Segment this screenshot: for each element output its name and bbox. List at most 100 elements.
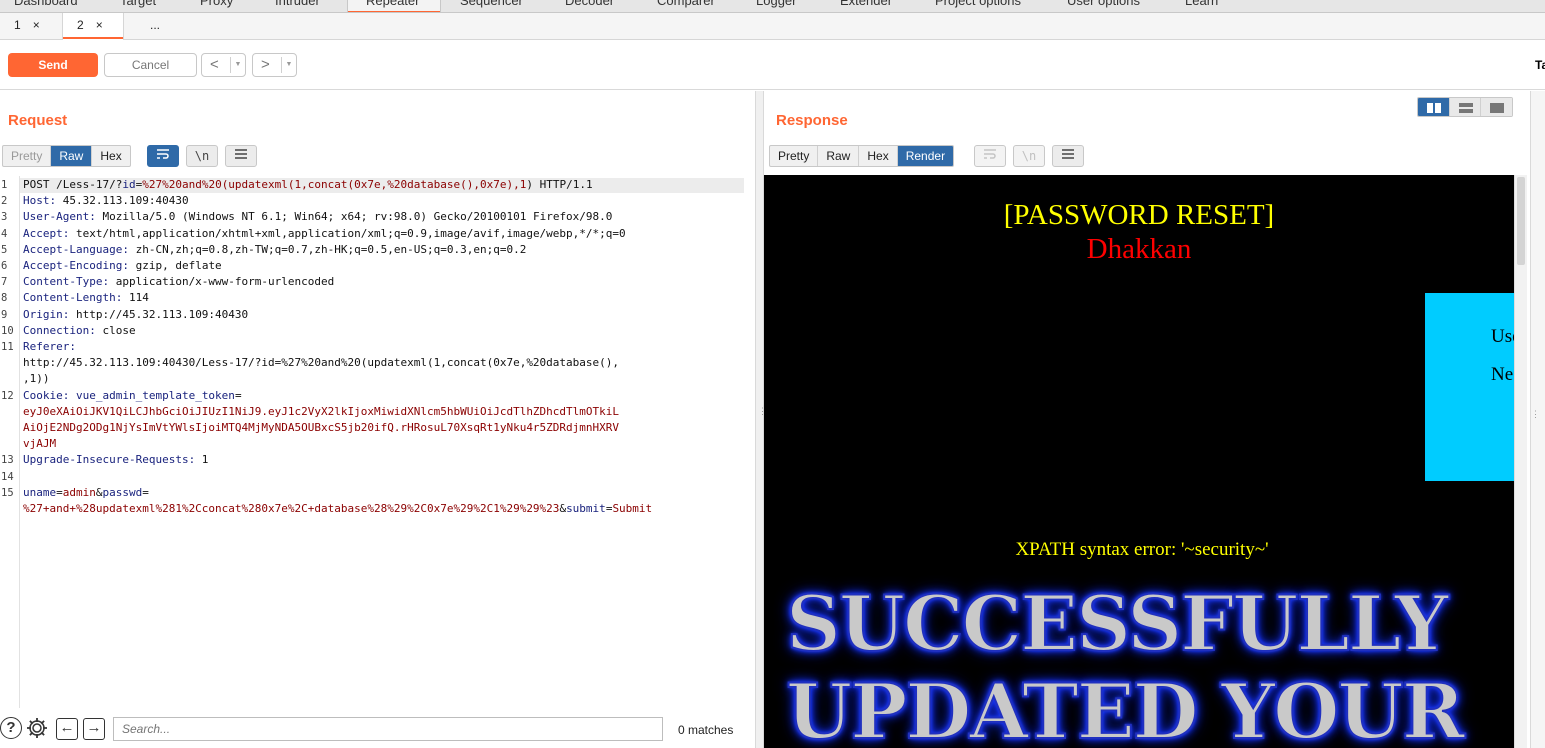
code-token: Connection: <box>23 323 96 337</box>
code-token: = <box>234 388 242 402</box>
history-forward-button[interactable]: > ▼ <box>252 53 297 77</box>
code-token: vue_admin_template_token <box>75 388 235 402</box>
close-icon[interactable]: × <box>96 18 103 32</box>
line-number: 3 <box>1 211 8 224</box>
repeater-toolbar: Send Cancel < ▼ > ▼ Ta <box>0 40 1545 90</box>
tab-learn[interactable]: Learn <box>1185 0 1218 8</box>
main-tab-bar: Dashboard Target Proxy Intruder Repeater… <box>0 0 1545 13</box>
line-code: Content-Type: application/x-www-form-url… <box>23 274 334 290</box>
tab-decoder[interactable]: Decoder <box>565 0 614 8</box>
target-label[interactable]: Ta <box>1535 58 1545 72</box>
code-token: gzip, deflate <box>128 259 222 272</box>
line-number: 12 <box>1 389 14 402</box>
line-code: http://45.32.113.109:40430/Less-17/?id=%… <box>23 355 619 371</box>
right-side-strip: ⋮ <box>1530 91 1545 748</box>
tab-logger[interactable]: Logger <box>756 0 796 8</box>
menu-icon[interactable] <box>1052 145 1084 167</box>
banner-line-1: SUCCESSFULLY <box>785 578 1450 669</box>
code-token: 114 <box>122 291 149 305</box>
tab-intruder[interactable]: Intruder <box>275 0 320 8</box>
search-bar: ? ← → 0 matches <box>0 708 755 748</box>
line-number: 8 <box>1 292 8 305</box>
banner-line-2: UPDATED YOUR <box>785 666 1466 748</box>
request-editor[interactable]: 1 POST /Less-17/?id=%27%20and%20(updatexm… <box>0 176 755 708</box>
tab-comparer[interactable]: Comparer <box>657 0 715 8</box>
tab-repeater[interactable]: Repeater <box>366 0 419 8</box>
view-tab-raw[interactable]: Raw <box>818 146 860 166</box>
send-button[interactable]: Send <box>8 53 98 77</box>
code-token: ) HTTP/1.1 <box>526 178 593 191</box>
wrap-icon[interactable] <box>147 145 179 167</box>
line-code: Accept-Language: zh-CN,zh;q=0.8,zh-TW;q=… <box>23 242 526 258</box>
line-number: 10 <box>1 324 14 337</box>
chevron-left-icon: < <box>210 56 219 73</box>
tab-proxy[interactable]: Proxy <box>200 0 233 8</box>
tab-dashboard[interactable]: Dashboard <box>14 0 78 8</box>
search-matches-count: 0 matches <box>678 723 734 737</box>
code-token: http://45.32.113.109:40430/Less-17/?id=%… <box>23 356 620 370</box>
code-token: ,1)) <box>23 372 50 386</box>
tab-extender[interactable]: Extender <box>840 0 892 8</box>
request-tab-2[interactable]: 2 × <box>62 13 124 40</box>
line-code: Accept: text/html,application/xhtml+xml,… <box>23 226 626 242</box>
code-token: Cookie: <box>23 388 70 402</box>
response-view-tabs: Pretty Raw Hex Render <box>769 145 955 167</box>
code-token: %27+and+%28updatexml%281%2Cconcat%280x7e… <box>23 502 560 515</box>
newline-icon[interactable]: \n <box>186 145 218 167</box>
code-token: Accept: <box>23 226 70 240</box>
line-code: vjAJM <box>23 436 56 452</box>
scrollbar-thumb[interactable] <box>1517 177 1525 265</box>
close-icon[interactable]: × <box>33 18 40 32</box>
render-scrollbar[interactable] <box>1514 175 1527 748</box>
line-number: 5 <box>1 243 8 256</box>
code-token: text/html,application/xhtml+xml,applicat… <box>69 226 626 240</box>
layout-side-by-side-icon[interactable] <box>1418 98 1450 116</box>
line-code: eyJ0eXAiOiJKV1QiLCJhbGciOiJIUzI1NiJ9.eyJ… <box>23 404 619 420</box>
code-token: Host: <box>23 194 57 208</box>
view-tab-hex[interactable]: Hex <box>859 146 898 166</box>
cancel-button[interactable]: Cancel <box>104 53 197 77</box>
code-token: admin <box>62 485 96 499</box>
request-panel: Request Pretty Raw Hex \n 1 POST /Less-17… <box>0 91 755 748</box>
tab-project-options[interactable]: Project options <box>935 0 1021 8</box>
splitter-grip-icon[interactable]: ⋮ <box>1531 409 1540 420</box>
gear-icon[interactable] <box>25 716 49 740</box>
view-tab-render[interactable]: Render <box>897 146 954 166</box>
line-number: 14 <box>1 470 14 483</box>
line-number: 6 <box>1 260 8 272</box>
newline-icon: \n <box>1013 145 1045 167</box>
code-token: AiOjE2NDg2ODg1NjYsImVtYWlsIjoiMTQ4MjMyND… <box>23 421 620 434</box>
code-token: Submit <box>612 502 653 515</box>
code-token: id <box>122 178 136 191</box>
tab-user-options[interactable]: User options <box>1067 0 1140 8</box>
dropdown-arrow-icon[interactable]: ▼ <box>230 57 245 73</box>
request-tab-label: 2 <box>77 18 84 32</box>
request-tab-1[interactable]: 1 × <box>0 13 62 39</box>
new-tab-button[interactable]: ... <box>124 13 180 39</box>
code-token: submit <box>566 502 606 515</box>
tab-sequencer[interactable]: Sequencer <box>460 0 523 8</box>
help-icon[interactable]: ? <box>0 717 22 739</box>
search-forward-button[interactable]: → <box>83 718 105 740</box>
line-code: Accept-Encoding: gzip, deflate <box>23 258 222 274</box>
layout-toggles <box>1417 97 1513 117</box>
menu-icon[interactable] <box>225 145 257 167</box>
code-token: Content-Type: <box>23 275 110 289</box>
view-tab-pretty[interactable]: Pretty <box>3 146 52 166</box>
line-number: 2 <box>1 195 8 208</box>
code-token: Mozilla/5.0 (Windows NT 6.1; Win64; x64;… <box>95 210 613 224</box>
view-tab-pretty[interactable]: Pretty <box>770 146 819 166</box>
tab-target[interactable]: Target <box>120 0 156 8</box>
panel-splitter[interactable]: ⋮ <box>755 91 767 748</box>
dropdown-arrow-icon[interactable]: ▼ <box>281 57 296 73</box>
history-back-button[interactable]: < ▼ <box>201 53 246 77</box>
search-back-button[interactable]: ← <box>56 718 78 740</box>
search-input[interactable] <box>113 717 663 741</box>
line-number: 7 <box>1 276 8 289</box>
view-tab-raw[interactable]: Raw <box>51 146 93 166</box>
line-number: 4 <box>1 227 8 240</box>
layout-stacked-icon[interactable] <box>1449 98 1482 116</box>
code-token: vjAJM <box>23 437 57 451</box>
layout-tabs-icon[interactable] <box>1481 98 1512 116</box>
view-tab-hex[interactable]: Hex <box>92 146 129 166</box>
